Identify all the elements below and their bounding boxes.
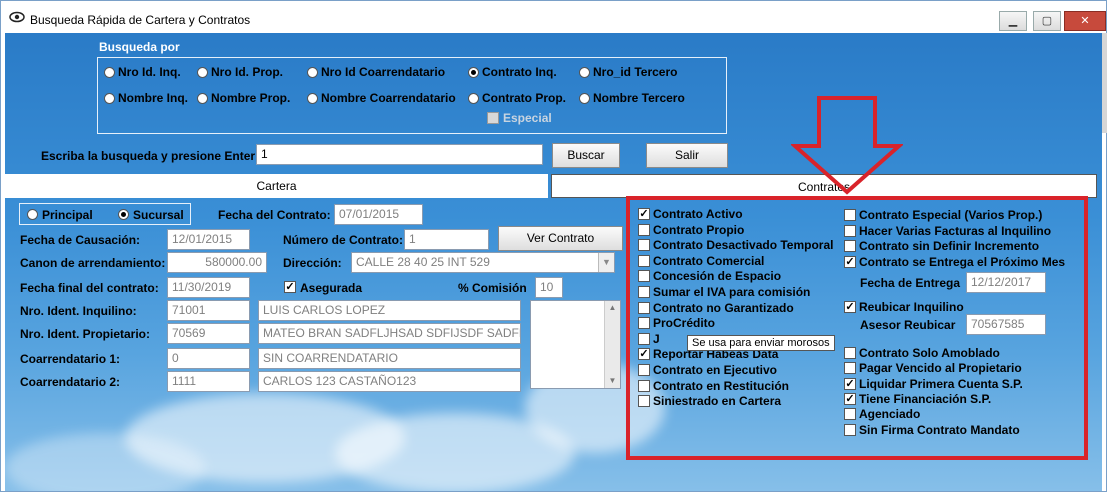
radio-nombre-tercero[interactable] (579, 93, 590, 104)
propietario-nombre-field[interactable]: MATEO BRAN SADFLJHSAD SDFIJSDF SADFI: (258, 323, 521, 344)
direccion-select[interactable]: CALLE 28 40 25 INT 529 (351, 252, 615, 273)
fecha-contrato-label: Fecha del Contrato: (218, 208, 331, 222)
radio-nro-id-coarrendatario[interactable] (307, 67, 318, 78)
radio-label: Nombre Prop. (211, 91, 291, 105)
radio-nombre-inq[interactable] (104, 93, 115, 104)
radio-label: Nro_id Tercero (593, 65, 678, 79)
window-title: Busqueda Rápida de Cartera y Contratos (30, 13, 251, 27)
canon-label: Canon de arrendamiento: (20, 256, 166, 270)
numero-contrato-label: Número de Contrato: (283, 233, 403, 247)
minimize-button[interactable]: ▁ (999, 11, 1027, 31)
radio-nombre-prop[interactable] (197, 93, 208, 104)
tab-bar: Cartera Contratos (5, 174, 1102, 198)
principal-label: Principal (42, 208, 93, 222)
title-bar: Busqueda Rápida de Cartera y Contratos ▁… (1, 1, 1106, 33)
highlight-box (626, 196, 1088, 460)
fecha-final-label: Fecha final del contrato: (20, 281, 159, 295)
search-button[interactable]: Buscar (552, 143, 620, 168)
comision-label: % Comisión (458, 281, 527, 295)
radio-label: Nombre Inq. (118, 91, 189, 105)
search-prompt-label: Escriba la busqueda y presione Enter (41, 149, 256, 163)
coarr2-id-field[interactable]: 1111 (167, 371, 250, 392)
chevron-down-icon[interactable]: ▼ (598, 253, 614, 272)
radio-label: Nro Id. Inq. (118, 65, 181, 79)
app-window: Busqueda Rápida de Cartera y Contratos ▁… (0, 0, 1107, 492)
search-input[interactable]: 1 (256, 144, 543, 165)
especial-label: Especial (503, 111, 552, 125)
radio-nro-id-prop[interactable] (197, 67, 208, 78)
propietario-label: Nro. Ident. Propietario: (20, 327, 151, 341)
radio-label: Nombre Tercero (593, 91, 685, 105)
window-scrollbar[interactable] (1102, 33, 1107, 133)
inquilino-id-field[interactable]: 71001 (167, 300, 250, 321)
radio-label: Contrato Inq. (482, 65, 557, 79)
radio-nombre-coarrendatario[interactable] (307, 93, 318, 104)
coarr1-id-field[interactable]: 0 (167, 348, 250, 369)
radio-label: Nro Id. Prop. (211, 65, 283, 79)
asegurada-label: Asegurada (300, 281, 363, 295)
fecha-causacion-label: Fecha de Causación: (20, 233, 141, 247)
close-button[interactable]: ✕ (1064, 11, 1106, 31)
search-group-title: Busqueda por (99, 40, 180, 54)
maximize-button[interactable]: ▢ (1033, 11, 1061, 31)
propietario-id-field[interactable]: 70569 (167, 323, 250, 344)
numero-contrato-field[interactable]: 1 (404, 229, 489, 250)
coarr1-label: Coarrendatario 1: (20, 352, 121, 366)
main-panel: Busqueda por Nro Id. Inq. Nro Id. Prop. … (5, 33, 1102, 491)
exit-button[interactable]: Salir (646, 143, 728, 168)
radio-label: Contrato Prop. (482, 91, 566, 105)
radio-principal[interactable] (27, 209, 38, 220)
especial-checkbox[interactable] (487, 112, 499, 124)
radio-nro-id-inq[interactable] (104, 67, 115, 78)
radio-nro-id-tercero[interactable] (579, 67, 590, 78)
comision-field[interactable]: 10 (535, 277, 563, 298)
coarr2-nombre-field[interactable]: CARLOS 123 CASTAÑO123 (258, 371, 521, 392)
direccion-label: Dirección: (283, 256, 342, 270)
canon-field[interactable]: 580000.00 (167, 252, 267, 273)
notes-scrollbar[interactable]: ▲ ▼ (604, 301, 620, 388)
coarr1-nombre-field[interactable]: SIN COARRENDATARIO (258, 348, 521, 369)
radio-label: Nombre Coarrendatario (321, 91, 456, 105)
inquilino-label: Nro. Ident. Inquilino: (20, 304, 137, 318)
radio-contrato-prop[interactable] (468, 93, 479, 104)
fecha-final-field[interactable]: 11/30/2019 (167, 277, 250, 298)
fecha-contrato-field[interactable]: 07/01/2015 (334, 204, 423, 225)
coarr2-label: Coarrendatario 2: (20, 375, 121, 389)
ver-contrato-button[interactable]: Ver Contrato (498, 226, 623, 251)
sucursal-label: Sucursal (133, 208, 184, 222)
asegurada-checkbox[interactable]: ✓ (284, 281, 296, 293)
radio-contrato-inq[interactable] (468, 67, 479, 78)
eye-icon (9, 11, 25, 23)
inquilino-nombre-field[interactable]: LUIS CARLOS LOPEZ (258, 300, 521, 321)
radio-label: Nro Id Coarrendatario (321, 65, 446, 79)
tab-cartera[interactable]: Cartera (5, 174, 548, 198)
down-arrow-icon (791, 96, 903, 195)
radio-sucursal[interactable] (118, 209, 129, 220)
fecha-causacion-field[interactable]: 12/01/2015 (167, 229, 250, 250)
